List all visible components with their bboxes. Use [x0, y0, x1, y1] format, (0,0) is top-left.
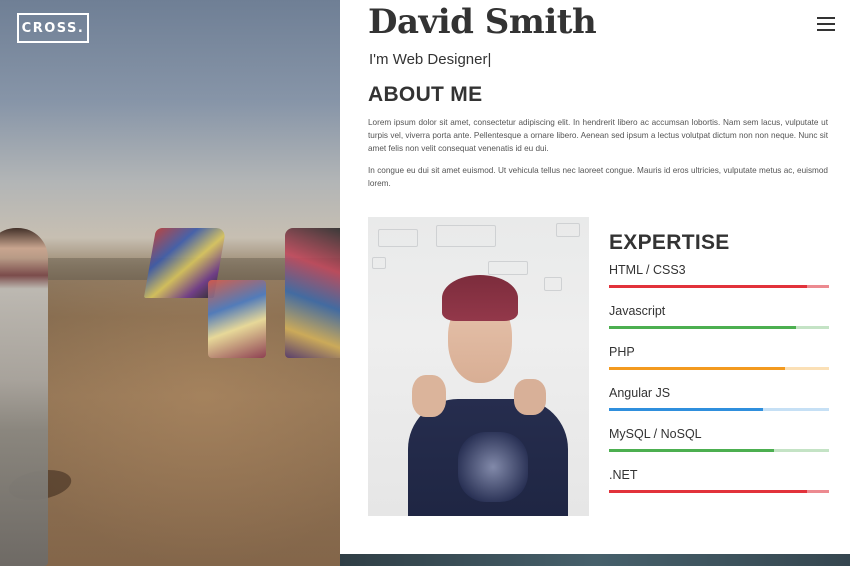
skill-progress-bar — [609, 367, 829, 370]
skill-label: PHP — [609, 345, 635, 359]
skill-dotnet: .NET — [609, 468, 829, 498]
graffiti-car — [285, 228, 340, 358]
skill-progress-bar — [609, 285, 829, 288]
skill-label: Javascript — [609, 304, 666, 318]
profile-content: David Smith I'm Web Designer| ABOUT ME L… — [340, 0, 850, 566]
skill-php: PHP — [609, 345, 829, 375]
skill-progress-fill — [609, 449, 774, 452]
logo[interactable]: CROSS. — [17, 13, 89, 43]
skill-label: Angular JS — [609, 386, 671, 400]
skill-mysql-nosql: MySQL / NoSQL — [609, 427, 829, 457]
skill-progress-bar — [609, 408, 829, 411]
hand — [514, 379, 546, 415]
skill-progress-fill — [609, 408, 763, 411]
expertise-title: EXPERTISE — [609, 231, 730, 254]
hamburger-menu-icon[interactable] — [817, 16, 835, 31]
beanie-hat — [442, 275, 518, 321]
skill-html-css: HTML / CSS3 — [609, 263, 829, 293]
graffiti-car — [208, 280, 266, 358]
skill-progress-fill — [609, 367, 785, 370]
skill-label: .NET — [609, 468, 638, 482]
profile-tagline: I'm Web Designer| — [369, 51, 492, 68]
hand — [412, 375, 446, 417]
about-title: ABOUT ME — [368, 83, 483, 106]
skill-label: HTML / CSS3 — [609, 263, 686, 277]
skill-progress-fill — [609, 285, 807, 288]
skill-progress-fill — [609, 490, 807, 493]
walking-person — [0, 228, 48, 566]
skill-label: MySQL / NoSQL — [609, 427, 702, 441]
shirt-print — [458, 432, 528, 502]
profile-name: David Smith — [368, 2, 597, 42]
skill-progress-bar — [609, 326, 829, 329]
next-section-preview — [340, 554, 850, 566]
skill-progress-fill — [609, 326, 796, 329]
skill-javascript: Javascript — [609, 304, 829, 334]
skill-angular-js: Angular JS — [609, 386, 829, 416]
about-paragraph: In congue eu dui sit amet euismod. Ut ve… — [368, 166, 828, 188]
skill-progress-bar — [609, 490, 829, 493]
hero-photo — [0, 0, 340, 566]
skill-progress-bar — [609, 449, 829, 452]
about-paragraph: Lorem ipsum dolor sit amet, consectetur … — [368, 118, 828, 153]
portrait-photo — [368, 217, 589, 516]
